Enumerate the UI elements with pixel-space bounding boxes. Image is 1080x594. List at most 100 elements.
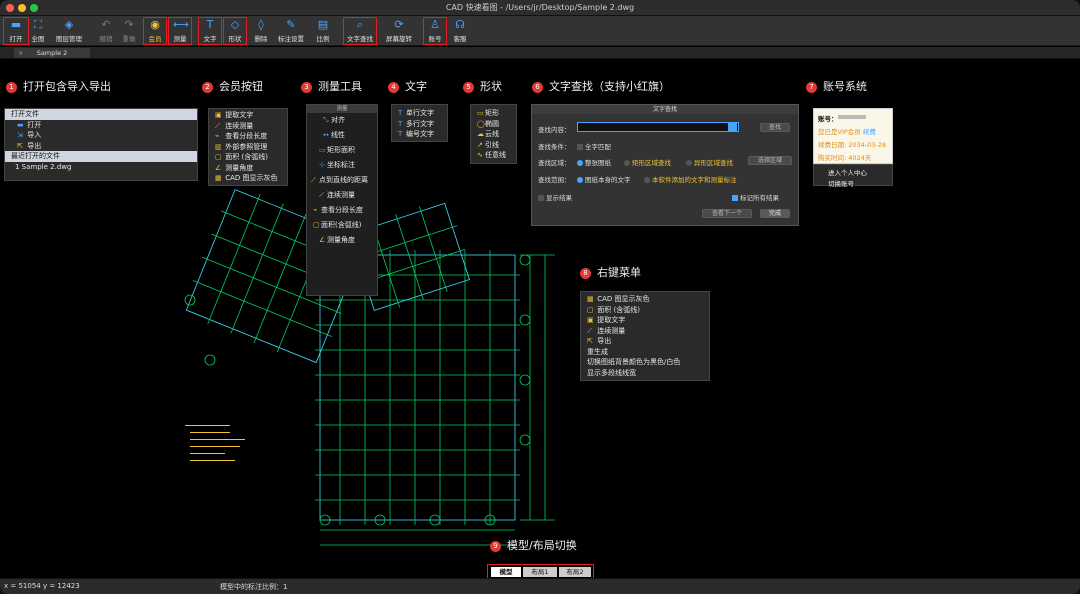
- match-all-checkbox[interactable]: 全字匹配: [577, 141, 611, 151]
- find-next-button[interactable]: 查看下一个: [702, 209, 752, 218]
- vip-button[interactable]: ◉ 会员: [143, 17, 167, 45]
- measure-button[interactable]: ⟷ 测量: [168, 17, 192, 45]
- text-search-button[interactable]: ⌕ 文字查找: [343, 17, 377, 45]
- ctx-linewidth[interactable]: 显示多段线线宽: [581, 368, 709, 379]
- open-menu: 打开文件 ▬ 打开 ⇲ 导入 ⇱ 导出 最近打开的文件 1 Sample 2.d…: [4, 108, 198, 181]
- area-whole-radio[interactable]: 整张图纸: [577, 157, 611, 167]
- search-range-label: 查找范围：: [538, 176, 571, 184]
- gray-display-icon: ▦: [215, 174, 222, 182]
- vip-segment-length[interactable]: ⌁ 查看分段长度: [209, 131, 287, 142]
- scale-button[interactable]: ▤ 比例: [310, 17, 336, 45]
- show-results-checkbox[interactable]: 显示结果: [538, 192, 572, 202]
- redo-button[interactable]: ↷ 重做: [116, 17, 142, 45]
- ctx-area[interactable]: ▢ 面积 (含弧线): [581, 305, 709, 316]
- gray-display-icon: ▦: [587, 295, 594, 303]
- ellipse-icon: ◯: [477, 119, 485, 128]
- coordinate-icon: ⊹: [319, 161, 325, 169]
- renew-link[interactable]: 续费: [863, 128, 876, 136]
- range-added-radio[interactable]: 本软件添加的文字和测量标注: [644, 174, 737, 184]
- measure-segment[interactable]: ⌁ 查看分段长度: [307, 203, 377, 218]
- measure-align[interactable]: ⤡ 对齐: [307, 113, 377, 128]
- menu-export[interactable]: ⇱ 导出: [5, 141, 197, 152]
- tab-close-icon[interactable]: ×: [18, 48, 23, 58]
- cloud-icon: ☁: [477, 130, 484, 138]
- measure-linear[interactable]: ↔ 线性: [307, 128, 377, 143]
- measure-continuous[interactable]: ⟋ 连续测量: [307, 188, 377, 203]
- folder-icon: ▬: [17, 120, 24, 129]
- select-area-button[interactable]: 选择区域: [748, 156, 792, 165]
- section-1-title: 1 打开包含导入导出: [6, 78, 111, 94]
- shape-rect[interactable]: ▭矩形: [471, 108, 516, 119]
- title-bar: CAD 快速看图 - /Users/jr/Desktop/Sample 2.dw…: [0, 0, 1080, 16]
- document-tab[interactable]: × Sample 2: [14, 48, 90, 58]
- rect-area-icon: ▭: [319, 146, 326, 154]
- fit-view-button[interactable]: ⛶ 全图: [25, 17, 51, 45]
- recent-file-item[interactable]: 1 Sample 2.dwg: [5, 162, 197, 173]
- rotate-screen-button[interactable]: ⟳ 屏幕旋转: [383, 17, 415, 45]
- ctx-gray[interactable]: ▦ CAD 图显示灰色: [581, 294, 709, 305]
- shape-leader[interactable]: ↗ 引线: [471, 140, 516, 151]
- headset-icon: ☊: [455, 18, 465, 31]
- personal-center-item[interactable]: 进入个人中心: [814, 165, 892, 177]
- support-button[interactable]: ☊ 客服: [447, 17, 473, 45]
- measure-point-line[interactable]: ⟋ 点到直线的距离: [307, 173, 377, 188]
- ctx-bg-color[interactable]: 切换图纸背景颜色为黑色/白色: [581, 357, 709, 368]
- done-button[interactable]: 完成: [760, 209, 790, 218]
- search-input[interactable]: [577, 122, 739, 132]
- linear-icon: ↔: [323, 131, 329, 139]
- search-dropdown-icon[interactable]: [728, 123, 737, 131]
- measure-area-arc[interactable]: ▢面积(含弧线): [307, 218, 377, 233]
- vip-area-arc[interactable]: ▢ 面积 (含弧线): [209, 152, 287, 163]
- vip-xref-manage[interactable]: ▥ 外部参照管理: [209, 142, 287, 153]
- vip-continuous-measure[interactable]: ⟋ 连续测量: [209, 121, 287, 132]
- shape-freeline[interactable]: ∿ 任意线: [471, 150, 516, 161]
- ctx-regen[interactable]: 重生成: [581, 347, 709, 358]
- redo-icon: ↷: [124, 18, 134, 31]
- shape-cloud[interactable]: ☁云线: [471, 129, 516, 140]
- vip-measure-angle[interactable]: ∠ 测量角度: [209, 163, 287, 174]
- shape-button[interactable]: ◇ 形状: [223, 17, 247, 45]
- text-multi-line[interactable]: T 多行文字: [392, 119, 447, 130]
- switch-account-item[interactable]: 切换账号: [814, 177, 892, 188]
- measure-icon: ⟷: [173, 18, 189, 31]
- search-button[interactable]: 查找: [760, 123, 790, 132]
- ctx-continuous[interactable]: ⟋ 连续测量: [581, 326, 709, 337]
- continuous-icon: ⟋: [319, 191, 324, 199]
- layers-button[interactable]: ◈ 图层管理: [56, 17, 82, 45]
- layers-icon: ◈: [64, 18, 74, 31]
- account-button[interactable]: ♙ 账号: [423, 17, 447, 45]
- user-icon: ♙: [430, 18, 440, 31]
- ctx-extract[interactable]: ▣ 提取文字: [581, 315, 709, 326]
- search-dialog-title: 文字查找: [532, 105, 798, 114]
- mark-all-checkbox[interactable]: 标记所有结果: [732, 192, 779, 202]
- shape-icon: ◇: [230, 18, 240, 31]
- continuous-measure-icon: ⟋: [587, 326, 592, 335]
- vip-extract-text[interactable]: ▣ 提取文字: [209, 110, 287, 121]
- drawing-canvas[interactable]: 1 打开包含导入导出 2 会员按钮 3 测量工具 4 文字 5 形状 6 文字查找（支持小红…: [0, 60, 1080, 578]
- toolbar: ▬ 打开 ⛶ 全图 ◈ 图层管理 ↶ 撤销 ↷ 重做 ◉ 会员 ⟷ 测量 T 文字 ◇ 形状 ◊ 删…: [0, 16, 1080, 46]
- context-menu: ▦ CAD 图显示灰色 ▢ 面积 (含弧线) ▣ 提取文字 ⟋ 连续测量 ⇱ 导…: [580, 291, 710, 381]
- measure-angle[interactable]: ∠ 测量角度: [307, 233, 377, 248]
- tab-layout1[interactable]: 布局1: [523, 567, 557, 577]
- area-irregular-radio[interactable]: 异形区域查找: [686, 157, 733, 167]
- measure-coord[interactable]: ⊹ 坐标标注: [307, 158, 377, 173]
- account-menu: 进入个人中心 切换账号: [813, 164, 893, 188]
- range-drawing-radio[interactable]: 图纸本身的文字: [577, 174, 631, 184]
- area-rect-radio[interactable]: 矩形区域查找: [624, 157, 671, 167]
- ctx-export[interactable]: ⇱ 导出: [581, 336, 709, 347]
- vip-gray-display[interactable]: ▦ CAD 图显示灰色: [209, 173, 287, 184]
- single-text-icon: T: [398, 109, 403, 117]
- text-button[interactable]: T 文字: [198, 17, 222, 45]
- measure-rect-area[interactable]: ▭矩形面积: [307, 143, 377, 158]
- tab-layout2[interactable]: 布局2: [559, 567, 591, 577]
- annotation-settings-button[interactable]: ✎ 标注设置: [276, 17, 306, 45]
- menu-open[interactable]: ▬ 打开: [5, 120, 197, 131]
- rotate-screen-icon: ⟳: [394, 18, 404, 31]
- text-numbered[interactable]: T 编号文字: [392, 129, 447, 140]
- text-single-line[interactable]: T 单行文字: [392, 108, 447, 119]
- account-masked-id: [838, 115, 866, 119]
- delete-button[interactable]: ◊ 删除: [248, 17, 274, 45]
- shape-ellipse[interactable]: ◯椭圆: [471, 119, 516, 130]
- menu-import[interactable]: ⇲ 导入: [5, 130, 197, 141]
- tab-model[interactable]: 模型: [491, 567, 521, 577]
